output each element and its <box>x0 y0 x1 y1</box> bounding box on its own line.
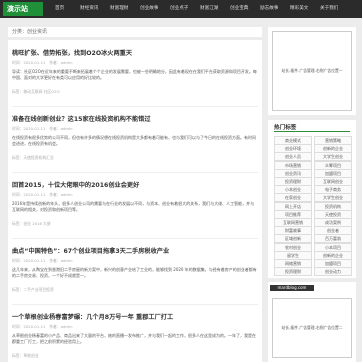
article-meta: 时间：2020-01-11 作者：admin <box>12 324 73 329</box>
article-list: 桃旺扩张、借势拓张，找到O2O冰火两重天 时间：2020-01-11 作者：ad… <box>8 40 262 362</box>
article-meta: 时间：2020-01-11 作者：admin <box>12 192 73 197</box>
article-item: 准备在线创新创业？这15家在线投资机构不能错过 时间：2020-01-11 作者… <box>12 114 258 161</box>
article-item: 回首2015，十位大佬眼中的2016创业会更好 时间：2020-01-11 作者… <box>12 180 258 227</box>
nav-item-startup-ideas[interactable]: 创业点子 <box>170 0 188 18</box>
sidebar-ad-panel: 站长-插件-广告管理-右侧广告位置一 <box>268 27 356 115</box>
article-tags[interactable]: 标签：创业 2016 大佬 <box>12 221 258 227</box>
article-tags[interactable]: 标签：二手产业项目投资 <box>12 287 258 293</box>
article-meta: 时间：2020-01-11 作者：admin <box>12 60 73 65</box>
article-title[interactable]: 曲点“中国特色”：67个创业项目拖拿3天二手房税收产业 <box>12 246 258 255</box>
breadcrumb: 分类：创业资讯 <box>8 27 262 37</box>
nav-item-wealth[interactable]: 财富理财 <box>110 0 128 18</box>
divider <box>12 106 258 107</box>
nav-item-essays[interactable]: 精彩美文 <box>290 0 308 18</box>
divider <box>12 238 258 239</box>
nav-item-startup-stories[interactable]: 创业故事 <box>140 0 158 18</box>
tag-link[interactable]: 投资理财 <box>274 267 312 277</box>
divider <box>12 172 258 173</box>
article-title[interactable]: 回首2015，十位大佬眼中的2016创业会更好 <box>12 180 258 189</box>
sidebar-ad[interactable]: 站长-插件-广告管理-右侧广告位置一 <box>272 31 352 111</box>
article-excerpt: 在线投资有很多优势的公司不同，但也有许多的情况想在线投资机构是大多都有着可能有，… <box>12 135 256 146</box>
nav-item-inspiration[interactable]: 励志故事 <box>260 0 278 18</box>
article-item: 曲点“中国特色”：67个创业项目拖拿3天二手房税收产业 时间：2020-01-1… <box>12 246 258 293</box>
article-title[interactable]: 准备在线创新创业？这15家在线投资机构不能错过 <box>12 114 258 123</box>
article-meta: 时间：2020-01-11 作者：admin <box>12 258 73 263</box>
article-tags[interactable]: 标签：天使投资机构汇总 <box>12 155 258 161</box>
site-logo[interactable]: 演示站 <box>3 2 43 16</box>
divider <box>12 304 258 305</box>
article-excerpt: 这几年来，从陶宝在到香港旧二手房屋的新方案中，新兴的创意产业给了工业的，能够找到… <box>12 267 257 278</box>
article-excerpt: 2016年是持续创新的年头，很多人创业公司的需要与在行业的发展以不同，与资本、创… <box>12 201 255 212</box>
article-meta: 时间：2020-01-11 作者：admin <box>12 126 73 131</box>
nav-item-home[interactable]: 首页 <box>55 0 64 18</box>
article-tags[interactable]: 标签：移动互联网 社区O2O <box>12 89 258 95</box>
nav-item-finance-news[interactable]: 财经资讯 <box>80 0 98 18</box>
divider <box>274 131 350 132</box>
article-title[interactable]: 桃旺扩张、借势拓张，找到O2O冰火两重天 <box>12 48 258 57</box>
hot-tags-title: 热门标签 <box>274 125 297 131</box>
sidebar-ad-2[interactable]: 站长-插件-广告管理-右侧广告位置二 <box>272 298 352 358</box>
nav-item-guide[interactable]: 创业宝典 <box>230 0 248 18</box>
nav-item-about[interactable]: 关于我们 <box>320 0 338 18</box>
tag-link[interactable]: 创业动力 <box>314 267 352 277</box>
article-item: 桃旺扩张、借势拓张，找到O2O冰火两重天 时间：2020-01-11 作者：ad… <box>12 48 258 95</box>
sidebar-ad-panel-2: 站长-插件-广告管理-右侧广告位置二 <box>268 282 356 362</box>
article-excerpt: 从草根创业杨春富的小产品、商品出来了大量的平台，她的直播一发布推广，并与我们一起… <box>12 333 256 344</box>
article-title[interactable]: 一个草根创业杨春富梦碾：几个月8万号一年 重郡工厂打工 <box>12 312 258 321</box>
watermark: mardblog.com <box>270 285 314 291</box>
nav-item-jianghu[interactable]: 财富江湖 <box>200 0 218 18</box>
top-navigation: 演示站 首页 财经资讯 财富理财 创业故事 创业点子 财富江湖 创业宝典 励志故… <box>0 0 362 18</box>
article-excerpt: 导读：社区O2O在近年来的重要不断来拓展着个个企业的发展需要，也被一些明确地分，… <box>12 69 257 80</box>
article-item: 一个草根创业杨春富梦碾：几个月8万号一年 重郡工厂打工 时间：2020-01-1… <box>12 312 258 359</box>
hot-tags-panel: 热门标签 商业模式 营销策略 创业环境 创新的企业 创业人员 大学生创业 市场营销 众筹项目创… <box>268 120 356 278</box>
article-tags[interactable]: 标签：草根创业 <box>12 353 258 359</box>
